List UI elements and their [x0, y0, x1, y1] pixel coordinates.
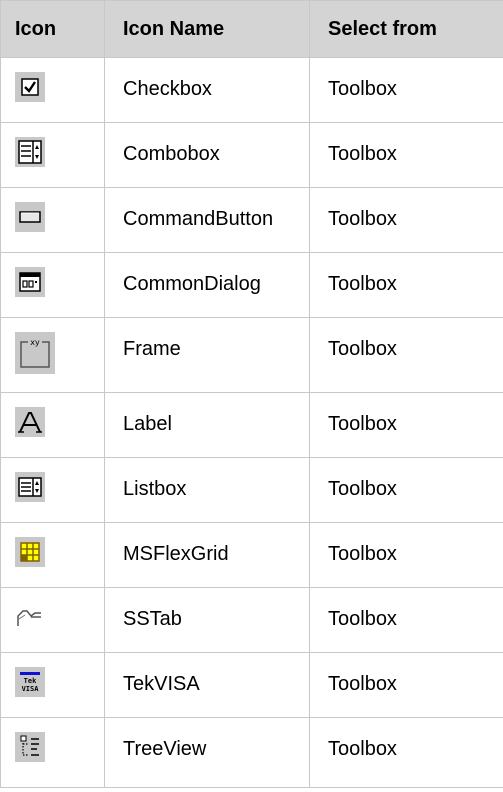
- sstab-icon: [15, 602, 45, 632]
- select-from-cell: Toolbox: [309, 317, 503, 393]
- table-row: MSFlexGrid Toolbox: [0, 522, 503, 588]
- table-row: SSTab Toolbox: [0, 587, 503, 653]
- header-icon-name: Icon Name: [104, 0, 310, 58]
- table-row: Listbox Toolbox: [0, 457, 503, 523]
- table-row: CommonDialog Toolbox: [0, 252, 503, 318]
- header-icon: Icon: [0, 0, 105, 58]
- label-icon: [15, 407, 45, 437]
- tekvisa-icon-line-2: VISA: [22, 685, 40, 693]
- select-from-cell: Toolbox: [309, 187, 503, 253]
- command-button-icon: [15, 202, 45, 232]
- select-from-cell: Toolbox: [309, 457, 503, 523]
- icon-name-cell: TekVISA: [104, 652, 310, 718]
- icon-name-cell: Combobox: [104, 122, 310, 188]
- icon-name-cell: SSTab: [104, 587, 310, 653]
- icon-name-cell: Listbox: [104, 457, 310, 523]
- table-row: Combobox Toolbox: [0, 122, 503, 188]
- select-from-cell: Toolbox: [309, 57, 503, 123]
- tekvisa-icon: Tek VISA: [15, 667, 45, 697]
- icon-name-cell: Frame: [104, 317, 310, 393]
- icon-name-cell: Label: [104, 392, 310, 458]
- listbox-icon: [15, 472, 45, 502]
- treeview-icon: [15, 732, 45, 762]
- table-row: TreeView Toolbox: [0, 717, 503, 788]
- select-from-cell: Toolbox: [309, 252, 503, 318]
- frame-icon: xy: [15, 332, 55, 374]
- select-from-cell: Toolbox: [309, 392, 503, 458]
- checkbox-icon: [15, 72, 45, 102]
- icon-name-cell: TreeView: [104, 717, 310, 788]
- select-from-cell: Toolbox: [309, 587, 503, 653]
- table-row: Label Toolbox: [0, 392, 503, 458]
- controls-table: Icon Icon Name Select from Checkbox Tool…: [0, 0, 503, 788]
- select-from-cell: Toolbox: [309, 122, 503, 188]
- common-dialog-icon: [15, 267, 45, 297]
- table-row: xy Frame Toolbox: [0, 317, 503, 393]
- frame-icon-text: xy: [30, 338, 40, 347]
- icon-name-cell: CommonDialog: [104, 252, 310, 318]
- select-from-cell: Toolbox: [309, 522, 503, 588]
- icon-name-cell: CommandButton: [104, 187, 310, 253]
- select-from-cell: Toolbox: [309, 717, 503, 788]
- select-from-cell: Toolbox: [309, 652, 503, 718]
- header-row: Icon Icon Name Select from: [0, 0, 503, 58]
- msflexgrid-icon: [15, 537, 45, 567]
- combobox-icon: [15, 137, 45, 167]
- header-select-from: Select from: [309, 0, 503, 58]
- icon-name-cell: Checkbox: [104, 57, 310, 123]
- tekvisa-icon-line-1: Tek: [24, 677, 37, 685]
- table-row: CommandButton Toolbox: [0, 187, 503, 253]
- table-row: Tek VISA TekVISA Toolbox: [0, 652, 503, 718]
- icon-name-cell: MSFlexGrid: [104, 522, 310, 588]
- table-row: Checkbox Toolbox: [0, 57, 503, 123]
